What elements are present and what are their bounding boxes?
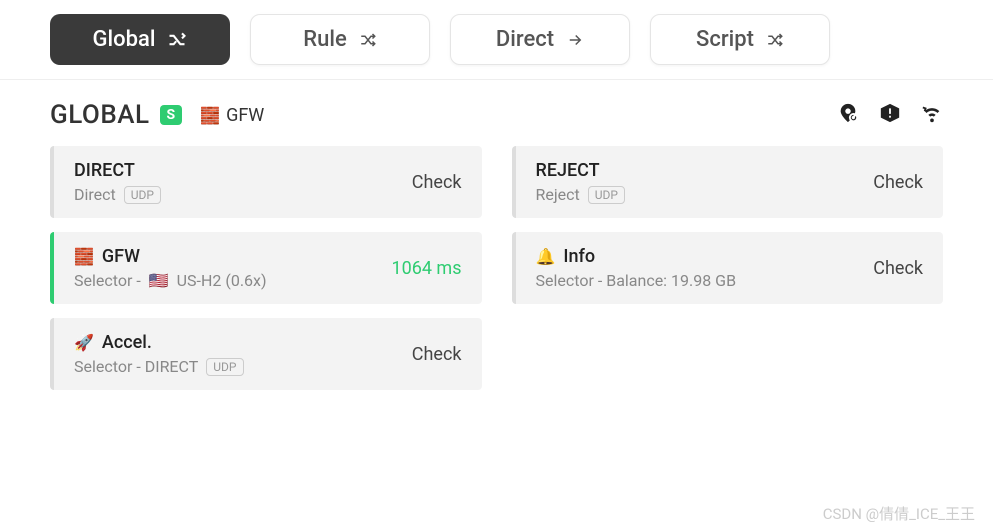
card-subtitle: Selector - 🇺🇸 US-H2 (0.6x) [74, 271, 391, 290]
arrow-right-icon [566, 31, 584, 49]
bell-icon: 🔔 [536, 247, 556, 266]
tab-script[interactable]: Script [650, 14, 830, 65]
wifi-speed-icon[interactable] [921, 102, 943, 128]
card-title: 🚀 Accel. [74, 332, 412, 353]
card-subtitle: Direct UDP [74, 185, 412, 204]
check-button[interactable]: Check [412, 344, 462, 365]
group-header: GLOBAL S 🧱 GFW [0, 80, 993, 146]
card-subtitle: Selector - Balance: 19.98 GB [536, 271, 874, 290]
rocket-icon: 🚀 [74, 333, 94, 352]
tab-rule[interactable]: Rule [250, 14, 430, 65]
shuffle-icon [766, 31, 784, 49]
check-button[interactable]: Check [873, 258, 923, 279]
header-actions [837, 102, 943, 128]
grid-col-right: REJECT Reject UDP Check 🔔 Info Selector … [512, 146, 944, 390]
card-title: REJECT [536, 160, 874, 181]
card-subtitle: Reject UDP [536, 185, 874, 204]
check-button[interactable]: Check [873, 172, 923, 193]
proxy-card-accel[interactable]: 🚀 Accel. Selector - DIRECT UDP Check [50, 318, 482, 390]
tab-label: Rule [303, 27, 346, 52]
tab-direct[interactable]: Direct [450, 14, 630, 65]
current-proxy-label: 🧱 GFW [200, 105, 264, 126]
proxy-card-direct[interactable]: DIRECT Direct UDP Check [50, 146, 482, 218]
tab-label: Global [93, 27, 156, 52]
udp-badge: UDP [124, 186, 161, 204]
udp-badge: UDP [588, 186, 625, 204]
watermark: CSDN @倩倩_ICE_王王 [823, 503, 975, 524]
location-refresh-icon[interactable] [837, 102, 859, 128]
shuffle-icon [359, 31, 377, 49]
mode-tabs: Global Rule Direct Script [0, 0, 993, 80]
tab-label: Direct [496, 27, 554, 52]
brick-icon: 🧱 [74, 247, 94, 266]
tab-label: Script [696, 27, 754, 52]
card-title: DIRECT [74, 160, 412, 181]
proxy-card-reject[interactable]: REJECT Reject UDP Check [512, 146, 944, 218]
grid-col-left: DIRECT Direct UDP Check 🧱 GFW Selector -… [50, 146, 482, 390]
shuffle-icon [167, 30, 187, 50]
card-title: 🧱 GFW [74, 246, 391, 267]
flag-us-icon: 🇺🇸 [149, 271, 169, 290]
selector-badge: S [160, 105, 183, 125]
check-button[interactable]: Check [412, 172, 462, 193]
page-title: GLOBAL [50, 100, 150, 130]
card-title: 🔔 Info [536, 246, 874, 267]
brick-icon: 🧱 [200, 106, 220, 125]
latency-value[interactable]: 1064 ms [391, 258, 461, 279]
proxy-name: GFW [226, 105, 264, 126]
proxy-card-info[interactable]: 🔔 Info Selector - Balance: 19.98 GB Chec… [512, 232, 944, 304]
proxy-card-gfw[interactable]: 🧱 GFW Selector - 🇺🇸 US-H2 (0.6x) 1064 ms [50, 232, 482, 304]
tab-global[interactable]: Global [50, 14, 230, 65]
card-subtitle: Selector - DIRECT UDP [74, 357, 412, 376]
udp-badge: UDP [206, 358, 243, 376]
alert-icon[interactable] [879, 102, 901, 128]
header-left: GLOBAL S 🧱 GFW [50, 100, 264, 130]
proxy-grid: DIRECT Direct UDP Check 🧱 GFW Selector -… [0, 146, 993, 390]
